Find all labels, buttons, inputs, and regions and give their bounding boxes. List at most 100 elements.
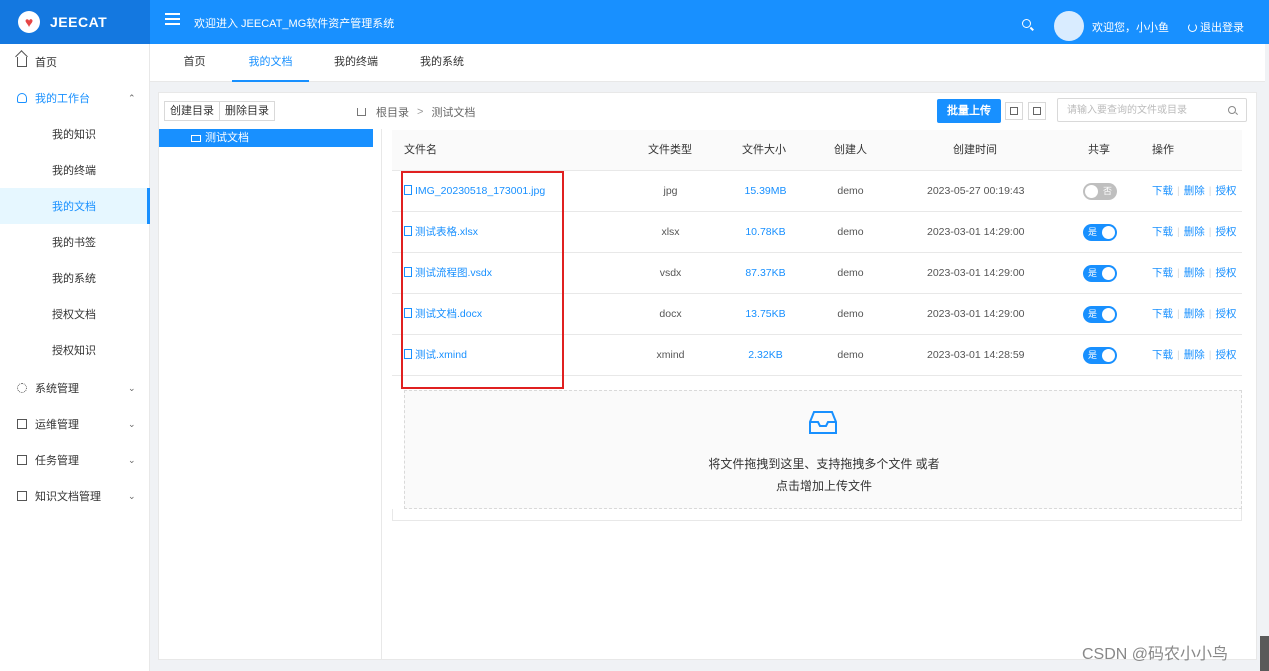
- sidebar-item-granted-docs[interactable]: 授权文档: [0, 296, 150, 332]
- table-footer: [392, 509, 1242, 521]
- chevron-down-icon: ⌄: [128, 454, 136, 465]
- action-divider: |: [1208, 185, 1212, 197]
- action-divider: |: [1177, 349, 1180, 361]
- sidebar-item-my-knowledge[interactable]: 我的知识: [0, 116, 150, 152]
- share-toggle[interactable]: 是: [1083, 306, 1117, 323]
- delete-link[interactable]: 删除: [1184, 349, 1205, 361]
- share-toggle-label: 否: [1103, 186, 1113, 196]
- sidebar-item-my-documents[interactable]: 我的文档: [0, 188, 150, 224]
- list-view-icon[interactable]: [1005, 102, 1023, 120]
- delete-link[interactable]: 删除: [1184, 185, 1205, 197]
- file-created-time: 2023-05-27 00:19:43: [927, 185, 1025, 197]
- share-toggle[interactable]: 是: [1083, 224, 1117, 241]
- action-divider: |: [1177, 267, 1180, 279]
- sidebar-item-label: 任务管理: [35, 455, 79, 467]
- upload-dropzone[interactable]: 将文件拖拽到这里、支持拖拽多个文件 或者 点击增加上传文件: [404, 390, 1242, 509]
- sidebar-item-label: 系统管理: [35, 383, 79, 395]
- tab-my-terminals[interactable]: 我的终端: [324, 44, 388, 82]
- chevron-down-icon: ⌄: [128, 382, 136, 393]
- sidebar-item-ops-mgmt[interactable]: 运维管理 ⌄: [0, 406, 150, 442]
- sidebar-item-label: 我的知识: [52, 129, 96, 141]
- sidebar-item-kb-mgmt[interactable]: 知识文档管理 ⌄: [0, 478, 150, 514]
- sidebar-item-label: 我的文档: [52, 201, 96, 213]
- file-created-time: 2023-03-01 14:29:00: [927, 226, 1025, 238]
- header-file-size[interactable]: 文件大小: [742, 130, 786, 171]
- share-toggle[interactable]: 否: [1083, 183, 1117, 200]
- tab-home[interactable]: 首页: [172, 44, 217, 82]
- file-created-time: 2023-03-01 14:29:00: [927, 308, 1025, 320]
- sidebar-item-system-mgmt[interactable]: 系统管理 ⌄: [0, 370, 150, 406]
- tab-my-documents[interactable]: 我的文档: [232, 44, 309, 82]
- logo[interactable]: ♥ JEECAT: [0, 0, 150, 44]
- file-creator: demo: [837, 226, 864, 238]
- grant-link[interactable]: 授权: [1215, 308, 1236, 320]
- header-share[interactable]: 共享: [1088, 130, 1110, 171]
- search-icon[interactable]: [1022, 19, 1031, 28]
- sidebar-item-my-systems[interactable]: 我的系统: [0, 260, 150, 296]
- create-directory-button[interactable]: 创建目录: [165, 102, 219, 120]
- tab-my-systems[interactable]: 我的系统: [410, 44, 474, 82]
- file-search-input[interactable]: [1058, 99, 1218, 121]
- file-size: 15.39MB: [744, 185, 787, 197]
- menu-fold-icon[interactable]: [165, 13, 180, 27]
- share-toggle[interactable]: 是: [1083, 347, 1117, 364]
- download-link[interactable]: 下载: [1152, 267, 1173, 279]
- dropzone-text-line2[interactable]: 点击增加上传文件: [405, 477, 1243, 494]
- power-icon: [1188, 22, 1197, 32]
- sidebar-item-label: 授权知识: [52, 345, 96, 357]
- grant-link[interactable]: 授权: [1215, 185, 1236, 197]
- file-size: 13.75KB: [745, 308, 786, 320]
- sidebar-item-workbench[interactable]: 我的工作台 ⌃: [0, 80, 150, 116]
- header-actions: 操作: [1152, 144, 1174, 156]
- action-divider: |: [1177, 185, 1180, 197]
- grid-view-icon[interactable]: [1028, 102, 1046, 120]
- grant-link[interactable]: 授权: [1215, 226, 1236, 238]
- batch-upload-button[interactable]: 批量上传: [937, 99, 1001, 123]
- file-type: xlsx: [661, 226, 680, 238]
- search-icon[interactable]: [1228, 106, 1236, 114]
- logout-button[interactable]: 退出登录: [1188, 19, 1244, 35]
- delete-link[interactable]: 删除: [1184, 267, 1205, 279]
- user-greeting[interactable]: 欢迎您，小小鱼: [1092, 19, 1169, 35]
- clipboard-icon: [17, 419, 27, 429]
- table-header: 文件名 文件类型 文件大小 创建人 创建时间 共享 操作: [392, 130, 1242, 171]
- download-link[interactable]: 下载: [1152, 185, 1173, 197]
- sidebar-item-my-terminals[interactable]: 我的终端: [0, 152, 150, 188]
- share-toggle-label: 是: [1088, 227, 1098, 237]
- share-toggle-label: 是: [1088, 268, 1098, 278]
- sidebar-item-my-bookmarks[interactable]: 我的书签: [0, 224, 150, 260]
- action-divider: |: [1177, 308, 1180, 320]
- tree-node-test-docs[interactable]: 测试文档: [159, 129, 373, 147]
- share-toggle[interactable]: 是: [1083, 265, 1117, 282]
- breadcrumb-current: 测试文档: [431, 107, 476, 119]
- delete-link[interactable]: 删除: [1184, 308, 1205, 320]
- action-divider: |: [1177, 226, 1180, 238]
- delete-directory-button[interactable]: 删除目录: [219, 102, 274, 120]
- download-link[interactable]: 下载: [1152, 308, 1173, 320]
- file-creator: demo: [837, 267, 864, 279]
- annotation-highlight-box: [401, 171, 564, 389]
- header-creator[interactable]: 创建人: [834, 130, 867, 171]
- gear-icon: [17, 383, 27, 393]
- logo-text: JEECAT: [50, 14, 108, 30]
- watermark: CSDN @码农小小鸟: [1082, 646, 1229, 663]
- breadcrumb-root[interactable]: 根目录: [376, 104, 409, 120]
- file-size: 10.78KB: [745, 226, 786, 238]
- scrollbar[interactable]: [1260, 636, 1269, 671]
- header-file-type[interactable]: 文件类型: [648, 130, 692, 171]
- row-actions: 下载 | 删除 | 授权: [1152, 212, 1236, 253]
- download-link[interactable]: 下载: [1152, 349, 1173, 361]
- avatar[interactable]: [1054, 11, 1084, 41]
- dropzone-text-line1: 将文件拖拽到这里、支持拖拽多个文件 或者: [708, 457, 940, 471]
- sidebar-item-granted-knowledge[interactable]: 授权知识: [0, 332, 150, 368]
- header-created-time[interactable]: 创建时间: [953, 130, 997, 171]
- chevron-down-icon: ⌄: [128, 490, 136, 501]
- sidebar-item-home[interactable]: 首页: [0, 44, 150, 80]
- sidebar: 首页 我的工作台 ⌃ 我的知识 我的终端 我的文档 我的书签 我的系统 授权文档…: [0, 44, 150, 671]
- header-file-name[interactable]: 文件名: [404, 130, 437, 171]
- download-link[interactable]: 下载: [1152, 226, 1173, 238]
- grant-link[interactable]: 授权: [1215, 349, 1236, 361]
- sidebar-item-task-mgmt[interactable]: 任务管理 ⌄: [0, 442, 150, 478]
- delete-link[interactable]: 删除: [1184, 226, 1205, 238]
- grant-link[interactable]: 授权: [1215, 267, 1236, 279]
